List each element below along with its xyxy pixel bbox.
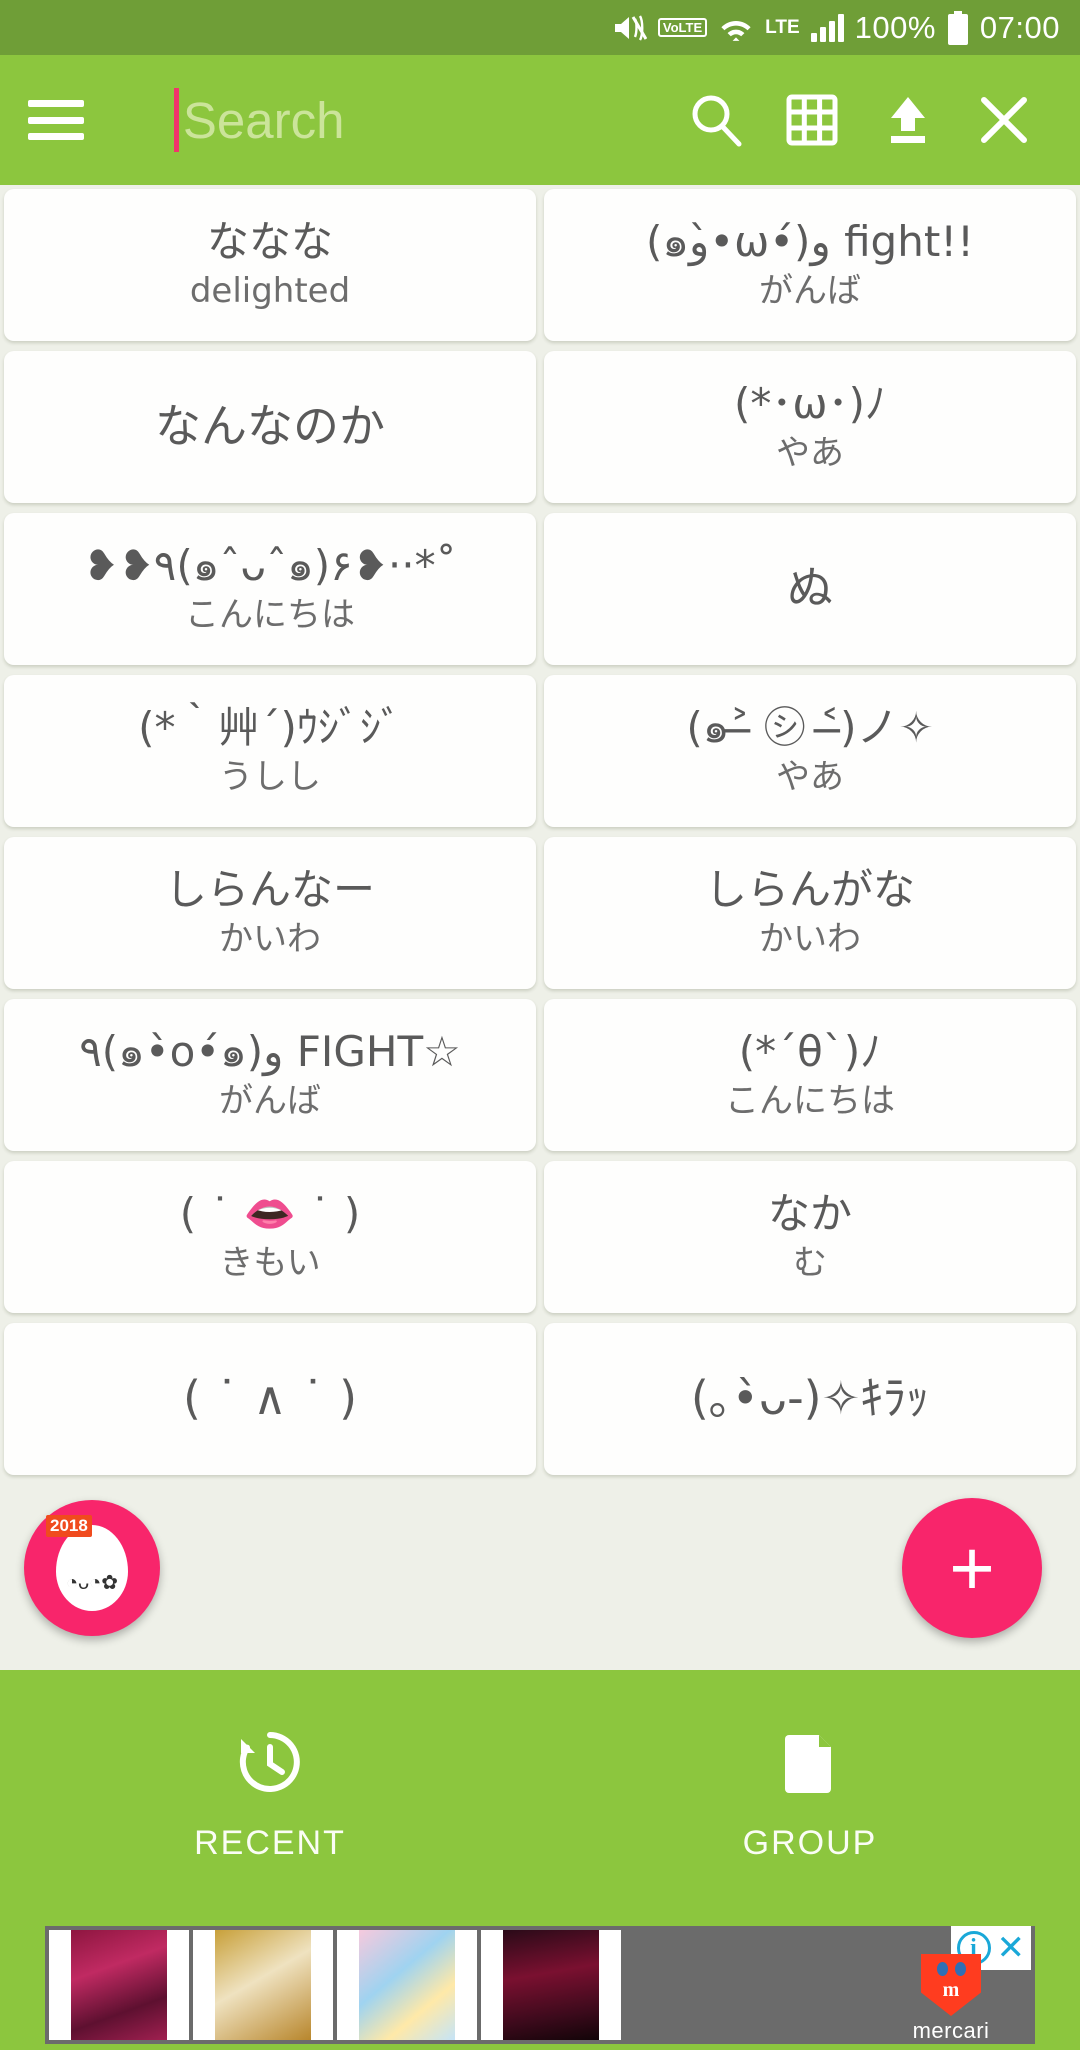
kaomoji-subtitle: きもい bbox=[219, 1243, 321, 1284]
top-toolbar bbox=[0, 55, 1080, 185]
grid-icon[interactable] bbox=[764, 72, 860, 168]
search-icon[interactable] bbox=[668, 72, 764, 168]
nav-label-recent: RECENT bbox=[194, 1824, 346, 1862]
kaomoji-card[interactable]: (｡•̀ᴗ-)✧ｷﾗｯ bbox=[544, 1323, 1076, 1475]
kaomoji-card[interactable]: ❥❥٩(๑ˆᴗˆ๑)۶❥‧‧*˚ こんにちは bbox=[4, 513, 536, 665]
lte-label: LTE bbox=[765, 17, 800, 38]
product-thumbnail-1[interactable] bbox=[49, 1930, 189, 2040]
kaomoji-card[interactable]: (๑˃̶ ㋛ ˂̶)ノ✧ やあ bbox=[544, 675, 1076, 827]
kaomoji-text: ななな bbox=[206, 217, 333, 267]
kaomoji-card[interactable]: (*･ω･)ﾉ やあ bbox=[544, 351, 1076, 503]
search-field-wrapper[interactable] bbox=[174, 80, 668, 160]
kaomoji-card[interactable]: ななな delighted bbox=[4, 189, 536, 341]
kaomoji-grid: ななな delighted (๑و•̀ω•́)و fight!! がんば なんな… bbox=[0, 185, 1080, 1670]
kaomoji-text: (｡•̀ᴗ-)✧ｷﾗｯ bbox=[690, 1371, 930, 1426]
volte-icon: VoVoLTELTE bbox=[657, 11, 708, 45]
kaomoji-card[interactable]: (*´θ`)ﾉ こんにちは bbox=[544, 999, 1076, 1151]
search-input[interactable] bbox=[182, 90, 668, 150]
kaomoji-card[interactable]: しらんがな かいわ bbox=[544, 837, 1076, 989]
kaomoji-text: ( ˙ 👄 ˙ ) bbox=[179, 1189, 361, 1239]
kaomoji-text: (*´θ`)ﾉ bbox=[738, 1027, 882, 1077]
product-thumbnail-4[interactable] bbox=[481, 1930, 621, 2040]
text-cursor bbox=[174, 88, 179, 152]
close-icon[interactable] bbox=[956, 72, 1052, 168]
kaomoji-text: (*｀艸´)ｳｼﾞｼﾞ bbox=[138, 703, 402, 753]
nav-label-group: GROUP bbox=[742, 1824, 878, 1862]
kaomoji-subtitle: がんば bbox=[759, 271, 861, 312]
bottom-navigation: RECENT GROUP bbox=[0, 1670, 1080, 1920]
status-bar: VoVoLTELTE LTE 100% 07:00 bbox=[0, 0, 1080, 55]
kaomoji-card[interactable]: (*｀艸´)ｳｼﾞｼﾞ うしし bbox=[4, 675, 536, 827]
kaomoji-text: しらんなー bbox=[164, 865, 375, 915]
kaomoji-subtitle: む bbox=[793, 1243, 827, 1284]
kaomoji-card[interactable]: ٩(๑•̀o•́๑)و FIGHT☆ がんば bbox=[4, 999, 536, 1151]
kaomoji-text: しらんがな bbox=[704, 865, 915, 915]
kaomoji-subtitle: やあ bbox=[776, 433, 844, 474]
wifi-icon bbox=[718, 11, 754, 45]
mercari-brand-name: mercari bbox=[912, 2018, 990, 2043]
kaomoji-card[interactable]: (๑و•̀ω•́)و fight!! がんば bbox=[544, 189, 1076, 341]
ad-brand-area[interactable]: i ✕ m mercari bbox=[871, 1926, 1031, 2044]
kaomoji-subtitle: かいわ bbox=[219, 919, 321, 960]
lte-icon: LTE bbox=[765, 11, 799, 45]
kaomoji-text: ぬ bbox=[787, 561, 833, 616]
kaomoji-text: ٩(๑•̀o•́๑)و FIGHT☆ bbox=[79, 1027, 461, 1077]
kaomoji-subtitle: かいわ bbox=[759, 919, 861, 960]
upload-icon[interactable] bbox=[860, 72, 956, 168]
kaomoji-card[interactable]: なんなのか bbox=[4, 351, 536, 503]
add-fab[interactable]: + bbox=[902, 1498, 1042, 1638]
app-root: VoVoLTELTE LTE 100% 07:00 bbox=[0, 0, 1080, 2050]
kaomoji-text: (*･ω･)ﾉ bbox=[734, 379, 886, 429]
product-thumbnail-3[interactable] bbox=[337, 1930, 477, 2040]
kaomoji-subtitle: がんば bbox=[219, 1081, 321, 1122]
mascot-fab[interactable]: 2018 ◔ᴗ◔✿ bbox=[24, 1500, 160, 1636]
kaomoji-card[interactable]: ( ˙ 👄 ˙ ) きもい bbox=[4, 1161, 536, 1313]
ad-close-icon[interactable]: ✕ bbox=[997, 1931, 1026, 1965]
status-time: 07:00 bbox=[979, 10, 1060, 45]
kaomoji-text: ❥❥٩(๑ˆᴗˆ๑)۶❥‧‧*˚ bbox=[83, 541, 457, 591]
kaomoji-subtitle: こんにちは bbox=[725, 1081, 895, 1122]
nav-tab-group[interactable]: GROUP bbox=[540, 1670, 1080, 1920]
battery-percent: 100% bbox=[854, 10, 936, 45]
plus-icon: + bbox=[949, 1523, 995, 1612]
product-thumbnail-2[interactable] bbox=[193, 1930, 333, 2040]
kaomoji-card[interactable]: なか む bbox=[544, 1161, 1076, 1313]
mascot-year-badge: 2018 bbox=[46, 1515, 92, 1537]
mascot-face: ◔ᴗ◔✿ bbox=[65, 1572, 119, 1594]
nav-tab-recent[interactable]: RECENT bbox=[0, 1670, 540, 1920]
kaomoji-subtitle: こんにちは bbox=[185, 595, 355, 636]
kaomoji-text: (๑˃̶ ㋛ ˂̶)ノ✧ bbox=[686, 703, 934, 753]
signal-bars-icon bbox=[810, 13, 844, 42]
hamburger-menu-icon[interactable] bbox=[28, 100, 84, 140]
folder-icon bbox=[775, 1727, 845, 1802]
kaomoji-card[interactable]: ( ˙ ∧ ˙ ) bbox=[4, 1323, 536, 1475]
ad-banner[interactable]: i ✕ m mercari bbox=[0, 1920, 1080, 2050]
history-icon bbox=[235, 1727, 305, 1802]
kaomoji-subtitle: うしし bbox=[219, 757, 321, 798]
kaomoji-card[interactable]: しらんなー かいわ bbox=[4, 837, 536, 989]
battery-icon bbox=[947, 10, 969, 45]
kaomoji-card[interactable]: ぬ bbox=[544, 513, 1076, 665]
mascot-avatar-icon: 2018 ◔ᴗ◔✿ bbox=[46, 1515, 128, 1611]
kaomoji-text: ( ˙ ∧ ˙ ) bbox=[182, 1371, 358, 1426]
kaomoji-subtitle: delighted bbox=[189, 271, 351, 312]
kaomoji-text: (๑و•̀ω•́)و fight!! bbox=[646, 217, 974, 267]
kaomoji-text: なんなのか bbox=[155, 399, 385, 454]
mercari-box-icon: m bbox=[921, 1954, 981, 2016]
ad-content[interactable]: i ✕ m mercari bbox=[45, 1926, 1035, 2044]
kaomoji-text: なか bbox=[767, 1189, 852, 1239]
kaomoji-subtitle: やあ bbox=[776, 757, 844, 798]
mercari-logo: m mercari bbox=[913, 1954, 990, 2044]
mute-icon bbox=[613, 11, 647, 45]
